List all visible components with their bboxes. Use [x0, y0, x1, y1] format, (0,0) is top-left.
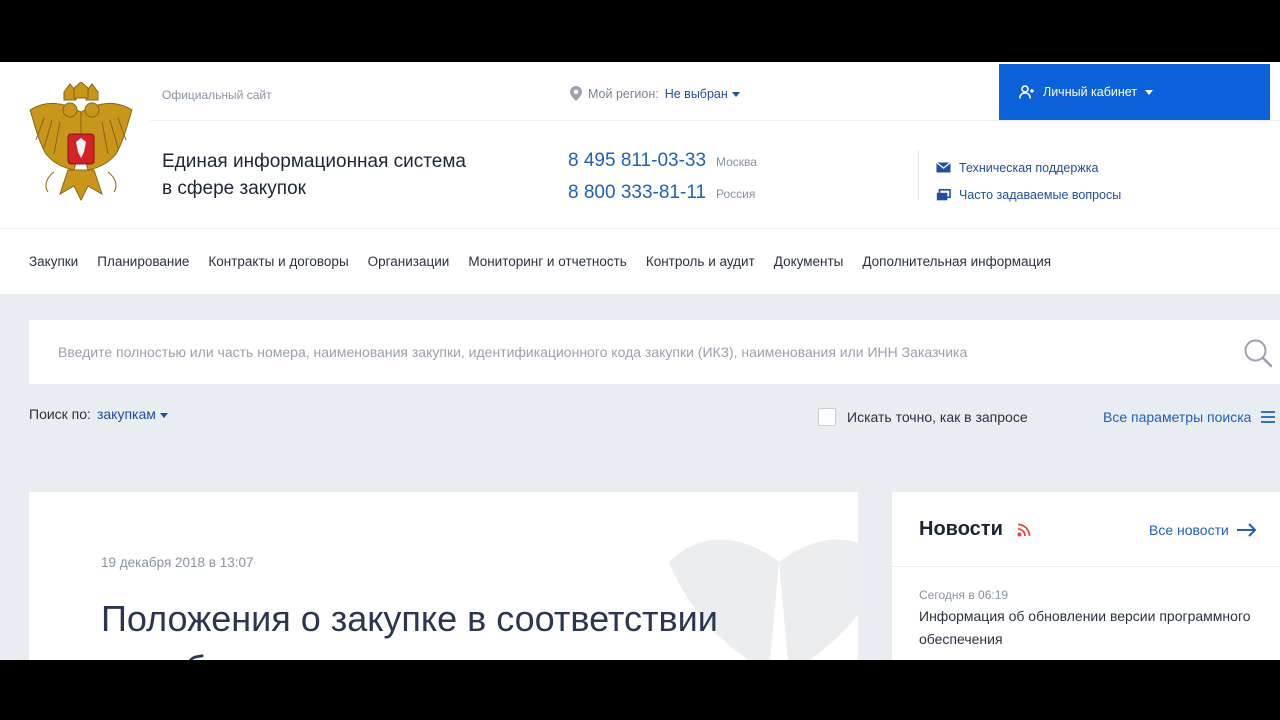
support-link[interactable]: Техническая поддержка [936, 154, 1121, 181]
arrow-right-icon [1236, 523, 1257, 537]
site-header: Официальный сайт Мой регион: Не выбран Л… [0, 62, 1280, 294]
phone-city: Москва [716, 155, 757, 169]
official-site-label: Официальный сайт [162, 88, 272, 102]
search-bar [29, 320, 1280, 384]
nav-item-purchases[interactable]: Закупки [29, 254, 78, 269]
support-links: Техническая поддержка Часто задаваемые в… [936, 154, 1121, 208]
mail-icon [936, 162, 951, 173]
nav-item-control[interactable]: Контроль и аудит [646, 254, 755, 269]
phone-city: Россия [716, 187, 756, 201]
exact-search-option: Искать точно, как в запросе [818, 408, 1028, 426]
personal-cabinet-button[interactable]: Личный кабинет [999, 64, 1270, 120]
nav-item-planning[interactable]: Планирование [97, 254, 189, 269]
search-by-selector: Поиск по: закупкам [29, 406, 168, 422]
phone-row: 8 495 811-03-33 Москва [568, 150, 757, 182]
chevron-down-icon [159, 412, 168, 418]
list-icon [1261, 411, 1276, 423]
all-search-params-link[interactable]: Все параметры поиска [1103, 409, 1276, 425]
exact-search-checkbox[interactable] [818, 408, 836, 426]
main-nav: Закупки Планирование Контракты и договор… [0, 228, 1280, 294]
search-by-dropdown[interactable]: закупкам [97, 406, 168, 422]
nav-item-additional[interactable]: Дополнительная информация [862, 254, 1051, 269]
news-panel: Новости Все новости Сегодня в 06:19 Инфо… [892, 492, 1280, 660]
site-title[interactable]: Единая информационная система в сфере за… [162, 148, 466, 202]
nav-item-monitoring[interactable]: Мониторинг и отчетность [468, 254, 627, 269]
search-input[interactable] [58, 344, 1208, 360]
news-heading: Новости [919, 518, 1031, 541]
nav-item-organizations[interactable]: Организации [368, 254, 450, 269]
phone-number[interactable]: 8 800 333-81-11 [568, 182, 716, 204]
featured-article-card[interactable]: 19 декабря 2018 в 13:07 Положения о заку… [29, 492, 858, 660]
search-by-label: Поиск по: [29, 406, 91, 422]
exact-search-label: Искать точно, как в запросе [847, 409, 1028, 425]
search-icon[interactable] [1243, 338, 1273, 368]
region-label: Мой регион: [588, 86, 659, 101]
faq-link[interactable]: Часто задаваемые вопросы [936, 181, 1121, 208]
browser-viewport: Официальный сайт Мой регион: Не выбран Л… [0, 62, 1280, 660]
article-date: 19 декабря 2018 в 13:07 [101, 555, 254, 570]
faq-icon [936, 188, 951, 200]
region-value[interactable]: Не выбран [665, 87, 740, 101]
news-item-time: Сегодня в 06:19 [919, 588, 1009, 602]
chevron-down-icon [1145, 89, 1154, 95]
nav-item-contracts[interactable]: Контракты и договоры [208, 254, 348, 269]
cabinet-label: Личный кабинет [1043, 85, 1138, 99]
phone-row: 8 800 333-81-11 Россия [568, 182, 757, 214]
region-selector[interactable]: Мой регион: Не выбран [570, 86, 740, 101]
news-item-title[interactable]: Информация об обновлении версии программ… [919, 605, 1259, 651]
article-title[interactable]: Положения о закупке в соответствии с тре… [101, 594, 721, 660]
rss-icon[interactable] [1017, 523, 1031, 537]
user-icon [1019, 85, 1034, 99]
nav-item-documents[interactable]: Документы [774, 254, 844, 269]
location-pin-icon [570, 86, 582, 101]
all-news-link[interactable]: Все новости [1149, 522, 1257, 538]
emblem-icon[interactable] [24, 82, 138, 204]
phone-list: 8 495 811-03-33 Москва 8 800 333-81-11 Р… [568, 150, 757, 214]
phone-number[interactable]: 8 495 811-03-33 [568, 150, 716, 172]
chevron-down-icon [731, 91, 740, 97]
